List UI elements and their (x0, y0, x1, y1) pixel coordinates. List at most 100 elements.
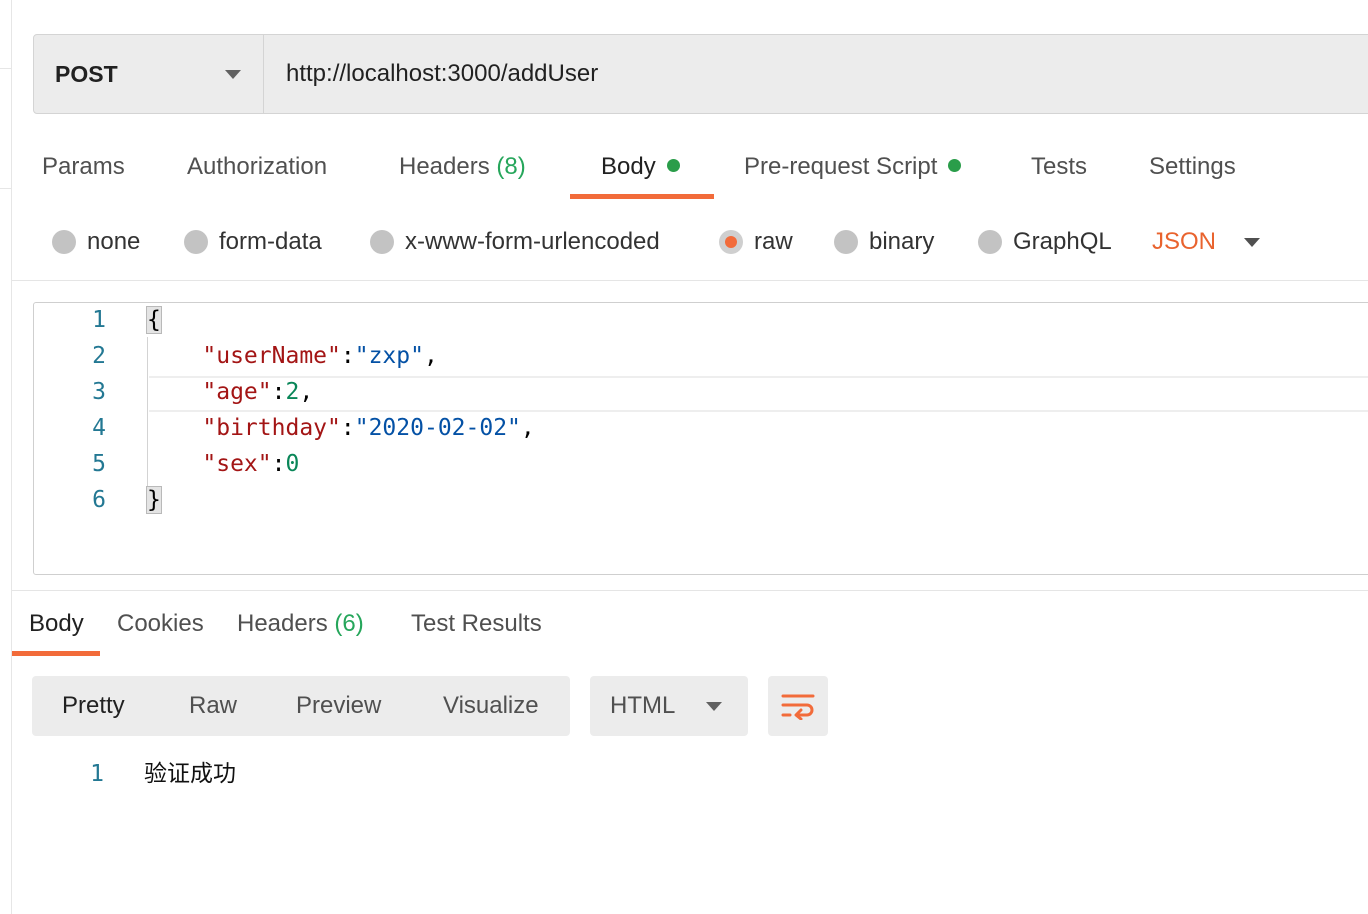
view-raw-button[interactable]: Raw (189, 676, 237, 736)
wrap-lines-button[interactable] (768, 676, 828, 736)
body-status-dot-icon (666, 159, 680, 172)
view-preview-button[interactable]: Preview (296, 676, 381, 736)
radio-binary[interactable]: binary (834, 222, 934, 262)
line-number: 5 (92, 451, 106, 477)
json-punctuation: , (520, 415, 535, 441)
chevron-down-icon (1244, 237, 1261, 247)
code-line: "age":2, (147, 379, 313, 405)
tab-headers[interactable]: Headers (8) (399, 145, 526, 201)
json-punctuation: : (340, 415, 355, 441)
tab-label: Pre-request Script (744, 153, 938, 180)
json-punctuation: : (340, 343, 355, 369)
response-tab-headers[interactable]: Headers (6) (237, 603, 364, 645)
tab-body[interactable]: Body (601, 145, 680, 201)
json-punctuation: : (271, 379, 286, 405)
radio-label: binary (869, 228, 935, 255)
line-number: 4 (92, 415, 106, 441)
line-number: 6 (92, 487, 106, 513)
radio-label: GraphQL (1013, 228, 1112, 255)
view-pretty-button[interactable]: Pretty (62, 676, 125, 736)
radio-form-data[interactable]: form-data (184, 222, 322, 262)
request-body-editor[interactable]: 1 2 3 4 5 6 { "userName":"zxp", "age":2,… (33, 302, 1368, 575)
radio-label: raw (754, 228, 793, 255)
tab-tests[interactable]: Tests (1031, 145, 1087, 201)
script-status-dot-icon (948, 159, 962, 172)
method-label: POST (55, 60, 118, 87)
postman-request-view: POST http://localhost:3000/addUser Param… (0, 0, 1368, 914)
response-format-label: HTML (610, 692, 676, 719)
json-punctuation: } (146, 486, 162, 514)
section-divider (12, 280, 1368, 281)
json-key: "userName" (202, 343, 341, 369)
raw-format-label: JSON (1152, 228, 1217, 255)
radio-label: x-www-form-urlencoded (405, 228, 660, 255)
view-mode-group: Pretty Raw Preview Visualize (32, 676, 570, 736)
url-bar: POST http://localhost:3000/addUser (33, 34, 1368, 114)
sidebar-divider (0, 68, 11, 69)
radio-label: none (87, 228, 141, 255)
response-format-select[interactable]: HTML (590, 676, 748, 736)
json-string: "2020-02-02" (354, 415, 521, 441)
line-number: 1 (92, 307, 106, 333)
response-tab-body[interactable]: Body (29, 603, 84, 645)
chevron-down-icon (706, 701, 722, 711)
radio-x-www-form-urlencoded[interactable]: x-www-form-urlencoded (370, 222, 660, 262)
json-key: "age" (202, 379, 272, 405)
wrap-lines-icon (781, 694, 815, 720)
json-number: 2 (285, 379, 300, 405)
tab-label: Headers (237, 610, 328, 637)
url-input[interactable]: http://localhost:3000/addUser (264, 35, 1368, 113)
radio-selected-icon (719, 230, 743, 254)
code-line: "birthday":"2020-02-02", (147, 415, 535, 441)
tab-label: Body (29, 610, 84, 637)
json-key: "birthday" (202, 415, 341, 441)
chevron-down-icon (225, 69, 241, 79)
radio-graphql[interactable]: GraphQL (978, 222, 1112, 262)
headers-count-badge: (8) (496, 153, 526, 180)
json-punctuation: , (299, 379, 314, 405)
radio-circle-icon (370, 230, 394, 254)
response-tab-test-results[interactable]: Test Results (411, 603, 542, 645)
radio-circle-icon (834, 230, 858, 254)
json-punctuation (147, 451, 202, 477)
json-punctuation: : (271, 451, 286, 477)
method-select[interactable]: POST (34, 35, 264, 113)
response-tabs: Body Cookies Headers (6) Test Results (0, 603, 1368, 657)
radio-circle-icon (184, 230, 208, 254)
line-number: 3 (92, 379, 106, 405)
code-line: "userName":"zxp", (147, 343, 437, 369)
view-visualize-button[interactable]: Visualize (443, 676, 539, 736)
sidebar-edge (0, 0, 12, 914)
sidebar-divider (0, 188, 11, 189)
raw-format-select[interactable]: JSON (1152, 222, 1261, 262)
section-divider (12, 590, 1368, 591)
json-punctuation (147, 379, 202, 405)
tab-label: Cookies (117, 610, 204, 637)
tab-label: Body (601, 153, 656, 180)
tab-label: Settings (1149, 153, 1236, 180)
json-punctuation (147, 415, 202, 441)
json-punctuation (147, 343, 202, 369)
json-number: 0 (285, 451, 300, 477)
code-line: { (146, 306, 162, 334)
json-string: "zxp" (354, 343, 424, 369)
tab-label: Params (42, 153, 125, 180)
tab-pre-request-script[interactable]: Pre-request Script (744, 145, 962, 201)
radio-raw[interactable]: raw (719, 222, 793, 262)
tab-label: Test Results (411, 610, 542, 637)
json-punctuation: { (146, 306, 162, 334)
tab-label: Authorization (187, 153, 328, 180)
current-line-highlight (149, 376, 1368, 412)
code-line: } (146, 486, 162, 514)
json-key: "sex" (202, 451, 272, 477)
radio-circle-icon (978, 230, 1002, 254)
tab-authorization[interactable]: Authorization (187, 145, 327, 201)
response-headers-count-badge: (6) (334, 610, 364, 637)
radio-circle-icon (52, 230, 76, 254)
response-tab-cookies[interactable]: Cookies (117, 603, 204, 645)
tab-params[interactable]: Params (42, 145, 125, 201)
tab-settings[interactable]: Settings (1149, 145, 1236, 201)
radio-none[interactable]: none (52, 222, 140, 262)
active-tab-indicator (570, 194, 714, 199)
line-number: 2 (92, 343, 106, 369)
